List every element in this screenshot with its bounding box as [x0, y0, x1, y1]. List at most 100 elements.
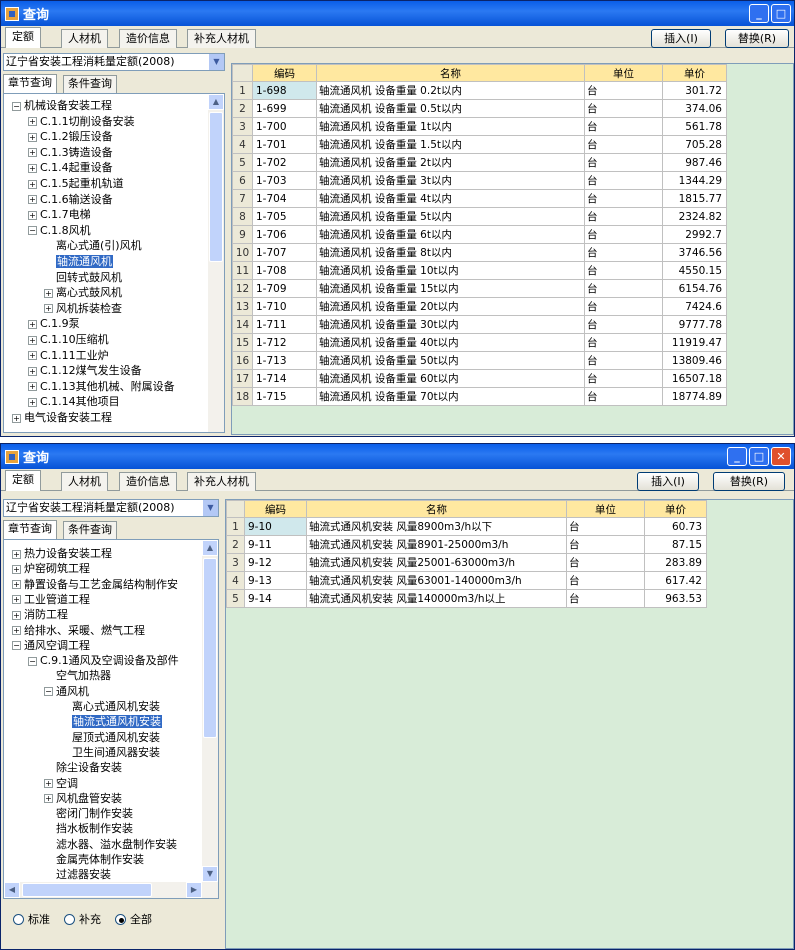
expand-icon[interactable]: +: [44, 779, 53, 788]
table-row[interactable]: 7 1-704 轴流通风机 设备重量 4t以内台 1815.77: [232, 189, 727, 208]
quota-price[interactable]: 18774.89: [662, 387, 727, 406]
insert-button[interactable]: 插入(I): [637, 472, 699, 491]
tree-item[interactable]: + 风机拆装检查: [44, 301, 122, 316]
tree-item[interactable]: + C.1.5起重机轨道: [28, 176, 124, 191]
tree-item[interactable]: − C.1.8风机: [28, 223, 91, 238]
quota-code[interactable]: 1-703: [252, 171, 317, 190]
quota-price[interactable]: 963.53: [644, 589, 707, 608]
tab-supplement-material[interactable]: 补充人材机: [187, 29, 256, 48]
quota-price[interactable]: 11919.47: [662, 333, 727, 352]
table-row[interactable]: 9 1-706 轴流通风机 设备重量 6t以内台 2992.7: [232, 225, 727, 244]
quota-code[interactable]: 1-709: [252, 279, 317, 298]
row-number[interactable]: 3: [232, 117, 253, 136]
scroll-thumb[interactable]: [203, 558, 217, 738]
quota-name[interactable]: 轴流通风机 设备重量 8t以内: [316, 243, 585, 262]
quota-name[interactable]: 轴流通风机 设备重量 40t以内: [316, 333, 585, 352]
table-row[interactable]: 5 1-702 轴流通风机 设备重量 2t以内台 987.46: [232, 153, 727, 172]
expand-icon[interactable]: +: [28, 382, 37, 392]
quota-select[interactable]: 辽宁省安装工程消耗量定额(2008) ▼: [3, 53, 225, 71]
collapse-icon[interactable]: −: [44, 687, 53, 697]
tree-item[interactable]: + 炉窑砌筑工程: [12, 561, 90, 576]
quota-price[interactable]: 283.89: [644, 553, 707, 572]
radio-circle[interactable]: [64, 913, 75, 925]
chapter-tree[interactable]: ▲ ▼ ◀ ▶ + 热力设备安装工程 + 炉窑砌筑工程 + 静置设备与工艺金属结构制作安 +…: [3, 539, 219, 899]
quota-unit[interactable]: 台: [584, 243, 663, 262]
quota-code[interactable]: 9-11: [244, 535, 307, 554]
scroll-left-icon[interactable]: ◀: [4, 882, 20, 898]
tree-item[interactable]: + C.1.9泵: [28, 316, 80, 331]
expand-icon[interactable]: +: [28, 397, 37, 407]
row-number[interactable]: 3: [226, 553, 245, 572]
maximize-icon[interactable]: □: [771, 4, 791, 23]
row-number[interactable]: 4: [226, 571, 245, 590]
column-header[interactable]: 单价: [662, 64, 727, 82]
tree-item[interactable]: + C.1.14其他项目: [28, 394, 120, 409]
quota-name[interactable]: 轴流通风机 设备重量 6t以内: [316, 225, 585, 244]
quota-price[interactable]: 16507.18: [662, 369, 727, 388]
quota-name[interactable]: 轴流通风机 设备重量 15t以内: [316, 279, 585, 298]
tab-condition-query[interactable]: 条件查询: [63, 521, 117, 539]
quota-code[interactable]: 1-715: [252, 387, 317, 406]
expand-icon[interactable]: +: [12, 626, 21, 635]
quota-unit[interactable]: 台: [584, 99, 663, 118]
quota-name[interactable]: 轴流式通风机安装 风量8901-25000m3/h: [306, 535, 567, 554]
tree-item[interactable]: − C.9.1通风及空调设备及部件: [28, 653, 179, 668]
quota-price[interactable]: 1815.77: [662, 189, 727, 208]
tree-item[interactable]: 滤水器、溢水盘制作安装: [44, 837, 177, 852]
tree-item[interactable]: + 静置设备与工艺金属结构制作安: [12, 577, 178, 592]
quota-name[interactable]: 轴流式通风机安装 风量63001-140000m3/h: [306, 571, 567, 590]
quota-name[interactable]: 轴流通风机 设备重量 20t以内: [316, 297, 585, 316]
tree-item[interactable]: 离心式通(引)风机: [44, 238, 142, 253]
expand-icon[interactable]: +: [28, 163, 37, 173]
quota-code[interactable]: 1-700: [252, 117, 317, 136]
tree-item[interactable]: + C.1.7电梯: [28, 207, 91, 222]
quota-name[interactable]: 轴流式通风机安装 风量8900m3/h以下: [306, 517, 567, 536]
quota-price[interactable]: 87.15: [644, 535, 707, 554]
tree-item[interactable]: + C.1.2锻压设备: [28, 129, 113, 144]
tree-item[interactable]: 金属壳体制作安装: [44, 852, 144, 867]
quota-name[interactable]: 轴流式通风机安装 风量140000m3/h以上: [306, 589, 567, 608]
collapse-icon[interactable]: −: [12, 641, 21, 651]
row-number[interactable]: 15: [232, 333, 253, 352]
scroll-right-icon[interactable]: ▶: [186, 882, 202, 898]
table-row[interactable]: 8 1-705 轴流通风机 设备重量 5t以内台 2324.82: [232, 207, 727, 226]
tree-item[interactable]: 屋顶式通风机安装: [60, 730, 160, 745]
quota-code[interactable]: 9-14: [244, 589, 307, 608]
quota-unit[interactable]: 台: [584, 117, 663, 136]
quota-price[interactable]: 2324.82: [662, 207, 727, 226]
quota-name[interactable]: 轴流通风机 设备重量 50t以内: [316, 351, 585, 370]
quota-unit[interactable]: 台: [584, 279, 663, 298]
tree-item[interactable]: − 通风空调工程: [12, 638, 90, 653]
replace-button[interactable]: 替换(R): [713, 472, 785, 491]
collapse-icon[interactable]: −: [28, 656, 37, 666]
scroll-up-icon[interactable]: ▲: [208, 94, 224, 110]
quota-unit[interactable]: 台: [584, 135, 663, 154]
quota-unit[interactable]: 台: [566, 517, 645, 536]
hscroll-thumb[interactable]: [22, 883, 152, 897]
table-row[interactable]: 4 1-701 轴流通风机 设备重量 1.5t以内台 705.28: [232, 135, 727, 154]
scroll-thumb[interactable]: [209, 112, 223, 262]
tree-item[interactable]: 密闭门制作安装: [44, 806, 133, 821]
quota-code[interactable]: 9-10: [244, 517, 307, 536]
quota-price[interactable]: 987.46: [662, 153, 727, 172]
title-bar[interactable]: 查询 _ □: [1, 1, 794, 26]
table-row[interactable]: 12 1-709 轴流通风机 设备重量 15t以内台 6154.76: [232, 279, 727, 298]
quota-price[interactable]: 60.73: [644, 517, 707, 536]
tree-item[interactable]: + 离心式鼓风机: [44, 285, 122, 300]
column-header[interactable]: 单价: [644, 500, 707, 518]
expand-icon[interactable]: +: [44, 794, 53, 804]
tree-item[interactable]: + C.1.10压缩机: [28, 332, 109, 347]
table-row[interactable]: 3 1-700 轴流通风机 设备重量 1t以内台 561.78: [232, 117, 727, 136]
tree-item[interactable]: + C.1.6输送设备: [28, 192, 113, 207]
expand-icon[interactable]: +: [28, 351, 37, 361]
table-row[interactable]: 3 9-12 轴流式通风机安装 风量25001-63000m3/h 台 283.89: [226, 553, 707, 572]
quota-price[interactable]: 13809.46: [662, 351, 727, 370]
expand-icon[interactable]: +: [28, 117, 37, 127]
row-number[interactable]: 4: [232, 135, 253, 154]
row-number[interactable]: 8: [232, 207, 253, 226]
quota-code[interactable]: 1-699: [252, 99, 317, 118]
quota-name[interactable]: 轴流通风机 设备重量 4t以内: [316, 189, 585, 208]
table-row[interactable]: 10 1-707 轴流通风机 设备重量 8t以内台 3746.56: [232, 243, 727, 262]
quota-unit[interactable]: 台: [584, 351, 663, 370]
row-number[interactable]: 5: [232, 153, 253, 172]
